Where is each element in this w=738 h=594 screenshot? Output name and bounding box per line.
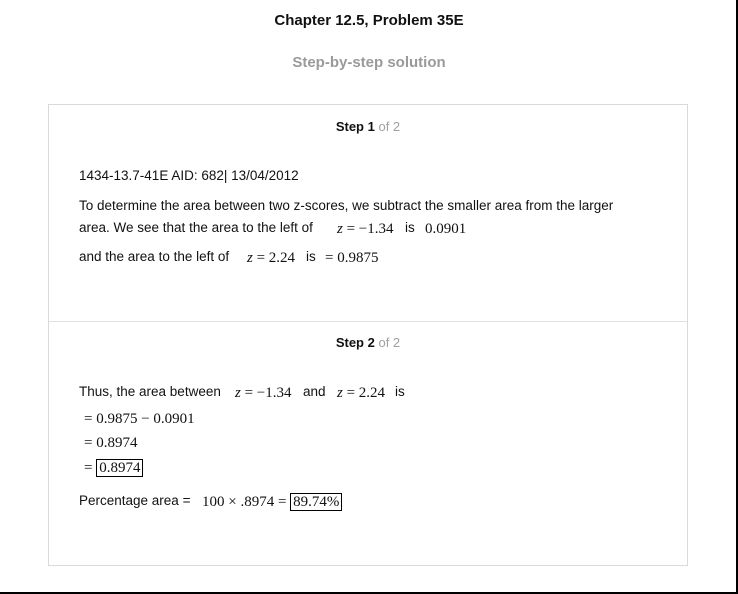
- step-divider: [49, 321, 687, 322]
- z-variable: z: [247, 250, 253, 266]
- z-equation-1: z = −1.34: [337, 221, 394, 238]
- z-equation-3: z = −1.34: [235, 385, 292, 402]
- equation-line-2: = 0.8974: [84, 435, 138, 451]
- area-value-1: 0.0901: [425, 221, 467, 237]
- percentage-calc: 100 × .8974 =: [202, 494, 287, 510]
- step-2-lead: Thus, the area between: [79, 384, 221, 399]
- is-word: is: [405, 220, 415, 235]
- z-value: = 2.24: [256, 250, 296, 266]
- is-word: is: [306, 249, 316, 264]
- z-variable: z: [337, 385, 343, 401]
- step-1-line-2: area. We see that the area to the left o…: [79, 220, 313, 235]
- step-2-label: Step 2: [335, 335, 375, 350]
- z-value: = −1.34: [244, 385, 292, 401]
- step-1-meta: 1434-13.7-41E AID: 682| 13/04/2012: [79, 168, 299, 183]
- z-equation-4: z = 2.24: [337, 385, 385, 402]
- solution-card: Step 1 of 2 1434-13.7-41E AID: 682| 13/0…: [48, 104, 688, 566]
- z-equation-2: z = 2.24: [247, 250, 295, 267]
- step-2-header: Step 2 of 2: [49, 335, 687, 350]
- step-1-label: Step 1: [335, 119, 375, 134]
- z-value: = −1.34: [346, 221, 394, 237]
- percentage-expression: 100 × .8974 = 89.74%: [202, 493, 343, 511]
- step-1-count: of 2: [378, 119, 401, 134]
- z-value: = 2.24: [346, 385, 386, 401]
- boxed-percentage: 89.74%: [290, 493, 343, 511]
- step-2-count: of 2: [378, 335, 401, 350]
- is-word: is: [395, 384, 405, 399]
- percentage-label: Percentage area =: [79, 493, 191, 508]
- and-word: and: [303, 384, 326, 399]
- step-1-header: Step 1 of 2: [49, 119, 687, 134]
- area-value-2: = 0.9875: [325, 250, 379, 266]
- step-1-line-1: To determine the area between two z-scor…: [79, 198, 614, 213]
- equation-line-3: = 0.8974: [84, 459, 144, 477]
- boxed-answer: 0.8974: [96, 459, 144, 477]
- equals-sign: =: [84, 460, 93, 476]
- page-subtitle: Step-by-step solution: [292, 54, 446, 71]
- step-1-line-3: and the area to the left of: [79, 249, 230, 264]
- page-title: Chapter 12.5, Problem 35E: [274, 12, 464, 29]
- equation-line-1: = 0.9875 − 0.0901: [84, 411, 195, 427]
- z-variable: z: [337, 221, 343, 237]
- z-variable: z: [235, 385, 241, 401]
